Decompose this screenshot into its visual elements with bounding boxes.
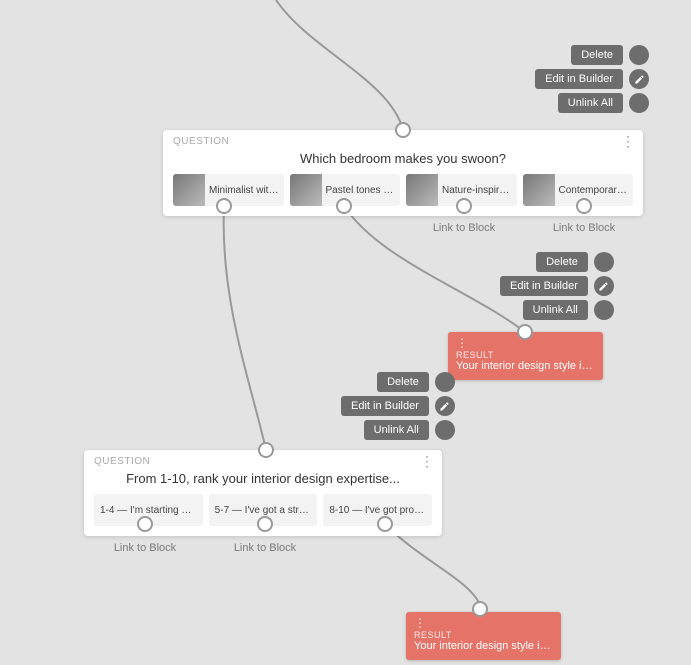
answer-thumbnail bbox=[523, 174, 555, 206]
delete-button[interactable]: Delete bbox=[377, 372, 429, 392]
delete-button[interactable]: Delete bbox=[536, 252, 588, 272]
answer-label: 1-4 — I'm starting with ... bbox=[100, 505, 197, 516]
delete-button[interactable]: Delete bbox=[571, 45, 623, 65]
unlink-button[interactable]: Unlink All bbox=[364, 420, 429, 440]
edit-button[interactable]: Edit in Builder bbox=[341, 396, 429, 416]
unlink-circle-icon[interactable] bbox=[435, 420, 455, 440]
card-title: Which bedroom makes you swoon? bbox=[173, 151, 633, 166]
answer-label: Pastel tones an... bbox=[326, 185, 397, 196]
q1-action-menu: Delete Edit in Builder Unlink All bbox=[535, 45, 649, 117]
answer-thumbnail bbox=[173, 174, 205, 206]
outlet-node[interactable] bbox=[456, 198, 472, 214]
edit-circle-icon[interactable] bbox=[435, 396, 455, 416]
answer-thumbnail bbox=[290, 174, 322, 206]
card-type-label: RESULT bbox=[456, 350, 595, 360]
answer-label: 8-10 — I've got professi... bbox=[329, 505, 426, 516]
answer-label: 5-7 — I've got a strong ... bbox=[215, 505, 312, 516]
r1-action-menu: Delete Edit in Builder Unlink All bbox=[500, 252, 614, 324]
inlet-node[interactable] bbox=[472, 601, 488, 617]
link-to-block-label[interactable]: Link to Block bbox=[553, 222, 615, 234]
edit-button[interactable]: Edit in Builder bbox=[500, 276, 588, 296]
delete-circle-icon[interactable] bbox=[629, 45, 649, 65]
outlet-node[interactable] bbox=[377, 516, 393, 532]
delete-circle-icon[interactable] bbox=[594, 252, 614, 272]
link-to-block-label[interactable]: Link to Block bbox=[433, 222, 495, 234]
q2-action-menu: Delete Edit in Builder Unlink All bbox=[341, 372, 455, 444]
card-menu-icon[interactable]: ⋮ bbox=[420, 456, 434, 466]
answer-thumbnail bbox=[406, 174, 438, 206]
unlink-circle-icon[interactable] bbox=[629, 93, 649, 113]
outlet-node[interactable] bbox=[216, 198, 232, 214]
edit-circle-icon[interactable] bbox=[594, 276, 614, 296]
delete-circle-icon[interactable] bbox=[435, 372, 455, 392]
inlet-node[interactable] bbox=[517, 324, 533, 340]
unlink-button[interactable]: Unlink All bbox=[523, 300, 588, 320]
outlet-node[interactable] bbox=[137, 516, 153, 532]
card-menu-icon[interactable]: ⋮ bbox=[621, 136, 635, 146]
card-type-label: RESULT bbox=[414, 630, 553, 640]
link-to-block-label[interactable]: Link to Block bbox=[234, 542, 296, 554]
edit-button[interactable]: Edit in Builder bbox=[535, 69, 623, 89]
inlet-node[interactable] bbox=[395, 122, 411, 138]
unlink-button[interactable]: Unlink All bbox=[558, 93, 623, 113]
result-title: Your interior design style is:... bbox=[414, 640, 553, 652]
question-card-1[interactable]: ⋮ QUESTION Which bedroom makes you swoon… bbox=[163, 130, 643, 216]
card-title: From 1-10, rank your interior design exp… bbox=[94, 471, 432, 486]
outlet-node[interactable] bbox=[576, 198, 592, 214]
flow-canvas[interactable]: { "actions": { "delete": "Delete", "edit… bbox=[0, 0, 691, 665]
answers-row: Minimalist with ... Pastel tones an... N… bbox=[173, 174, 633, 206]
outlet-node[interactable] bbox=[336, 198, 352, 214]
answer-label: Nature-inspired... bbox=[442, 185, 513, 196]
edit-circle-icon[interactable] bbox=[629, 69, 649, 89]
answer-label: Minimalist with ... bbox=[209, 185, 280, 196]
unlink-circle-icon[interactable] bbox=[594, 300, 614, 320]
link-to-block-label[interactable]: Link to Block bbox=[114, 542, 176, 554]
inlet-node[interactable] bbox=[258, 442, 274, 458]
card-menu-icon[interactable]: ⋮ bbox=[414, 616, 553, 630]
result-card-2[interactable]: ⋮ RESULT Your interior design style is:.… bbox=[406, 612, 561, 660]
result-title: Your interior design style is:... bbox=[456, 360, 595, 372]
outlet-node[interactable] bbox=[257, 516, 273, 532]
answer-label: Contemporary ... bbox=[559, 185, 630, 196]
